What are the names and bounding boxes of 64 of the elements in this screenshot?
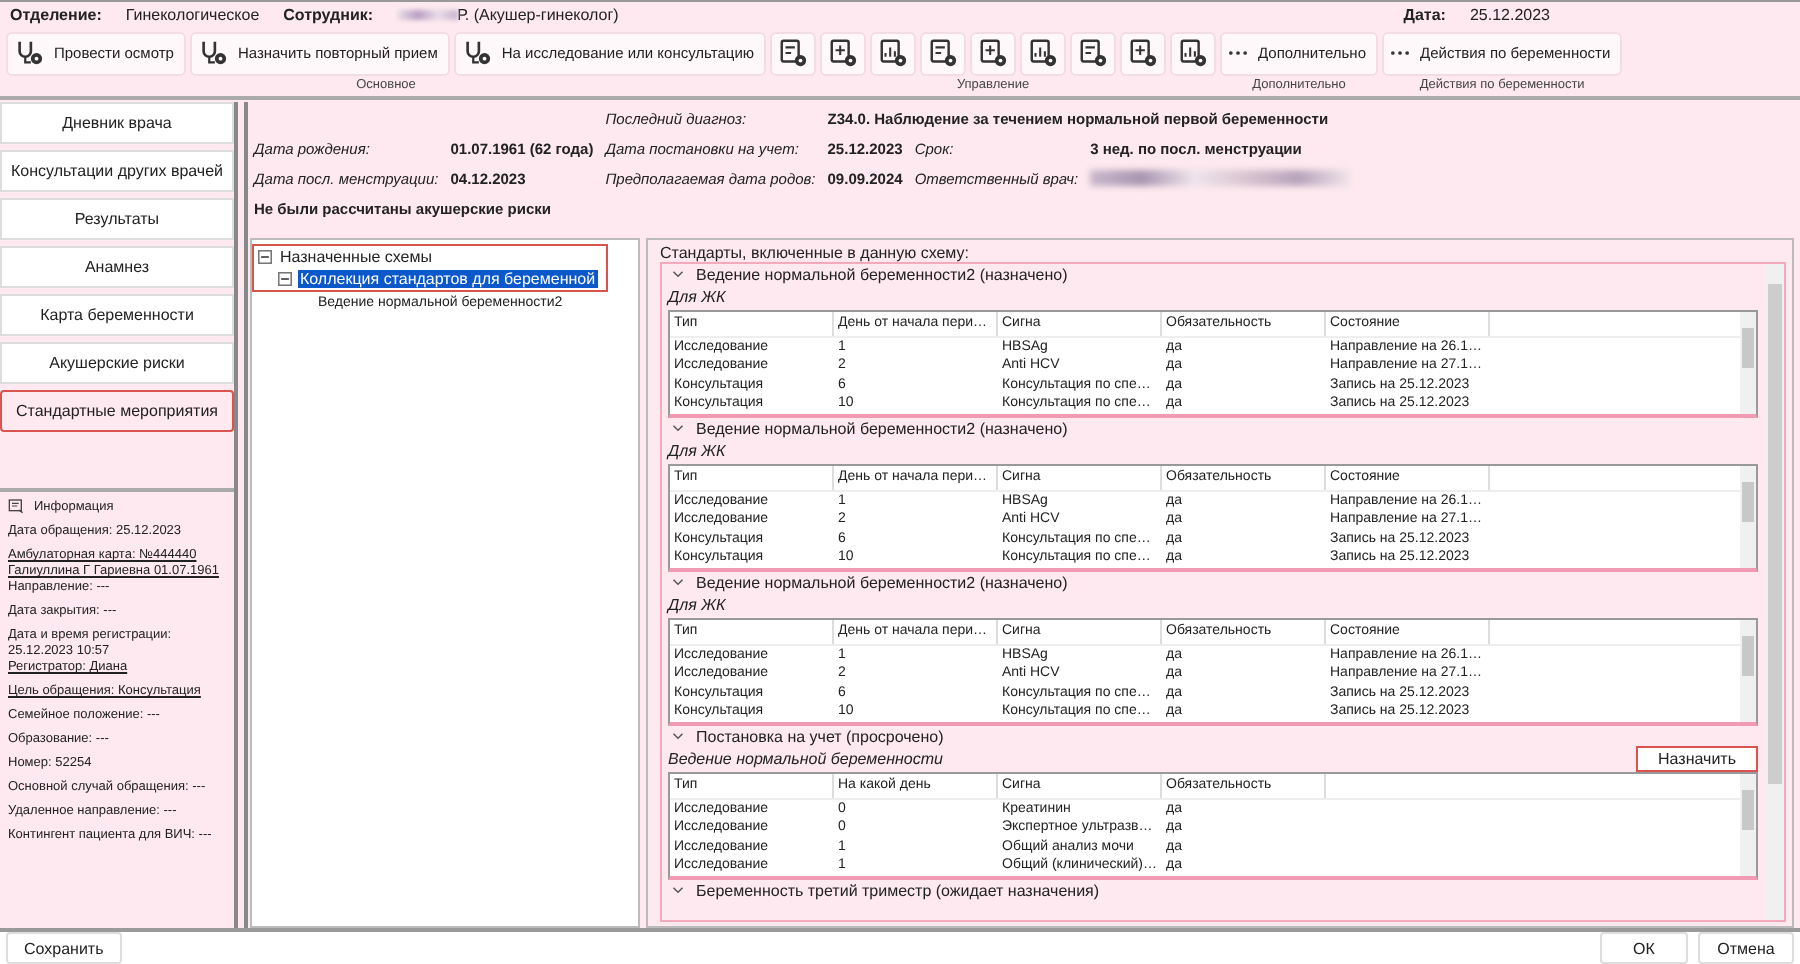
tree-item[interactable]: Коллекция стандартов для беременной [298,269,598,288]
date-label: Дата: [1403,6,1446,25]
scrollbar[interactable] [1740,311,1756,414]
ok-button[interactable]: ОК [1600,932,1688,964]
tree-item[interactable]: Назначенные схемы [278,247,434,266]
chevron-down-icon[interactable] [672,732,684,741]
document-gear-icon [878,38,909,69]
section-title: Ведение нормальной беременности2 (назначено) [696,573,1068,592]
toolbar-button[interactable] [970,31,1017,76]
toolbar-button[interactable] [1170,31,1217,76]
section-title: Постановка на учет (просрочено) [696,727,944,746]
department-label: Отделение: [10,6,102,25]
more-icon [1390,50,1410,57]
save-button[interactable]: Сохранить [6,932,122,964]
chevron-down-icon[interactable] [672,424,684,433]
chevron-down-icon[interactable] [672,886,684,895]
stethoscope-gear-icon [14,38,44,69]
collapse-icon[interactable] [258,249,272,264]
section-subtitle: Ведение нормальной беременности [668,750,943,769]
scrollbar[interactable] [1740,773,1756,876]
document-gear-icon [1078,38,1109,69]
document-gear-icon [928,38,959,69]
sidebar-item[interactable]: Карта беременности [0,293,234,336]
collapse-icon[interactable] [278,271,292,286]
assign-button[interactable]: Назначить [1636,746,1758,773]
document-gear-icon [778,38,809,69]
toolbar-button[interactable] [1020,31,1067,76]
blurred-name [397,10,458,21]
toolbar-button[interactable] [820,31,867,76]
section-subtitle: Для ЖК [668,442,726,461]
sidebar-item[interactable]: Консультации других врачей [0,149,234,192]
section-subtitle: Для ЖК [668,596,726,615]
more-icon [1228,50,1249,57]
toolbar-button[interactable] [1120,31,1167,76]
sidebar-item[interactable]: Результаты [0,197,234,240]
scrollbar[interactable] [1766,263,1784,920]
department-value: Гинекологическое [125,6,260,25]
employee-label: Сотрудник: [283,6,374,25]
panel-title: Стандарты, включенные в данную схему: [660,243,971,262]
sidebar-item[interactable]: Дневник врача [0,101,234,144]
chevron-down-icon[interactable] [672,578,684,587]
scrollbar[interactable] [1740,619,1756,722]
sidebar-item[interactable]: Анамнез [0,245,234,288]
document-gear-icon [1028,38,1059,69]
toolbar-button[interactable] [1070,31,1117,76]
sidebar-item[interactable]: Стандартные мероприятия [0,389,234,432]
toolbar-button[interactable] [770,31,817,76]
cancel-button[interactable]: Отмена [1698,932,1794,964]
employee-value: Р. (Акушер-гинеколог) [457,6,619,25]
scrollbar[interactable] [1740,465,1756,568]
sidebar-item[interactable]: Акушерские риски [0,341,234,384]
document-gear-icon [828,38,859,69]
section-title: Беременность третий триместр (ожидает назначения) [696,881,1100,900]
document-gear-icon [978,38,1009,69]
date-value: 25.12.2023 [1469,6,1550,25]
chevron-down-icon[interactable] [672,270,684,279]
section-title: Ведение нормальной беременности2 (назначено) [696,265,1068,284]
toolbar-button[interactable] [870,31,917,76]
section-subtitle: Для ЖК [668,288,726,307]
document-gear-icon [1128,38,1159,69]
document-gear-icon [1178,38,1209,69]
info-card-icon [8,498,24,514]
section-title: Ведение нормальной беременности2 (назначено) [696,419,1068,438]
toolbar-button[interactable] [920,31,967,76]
